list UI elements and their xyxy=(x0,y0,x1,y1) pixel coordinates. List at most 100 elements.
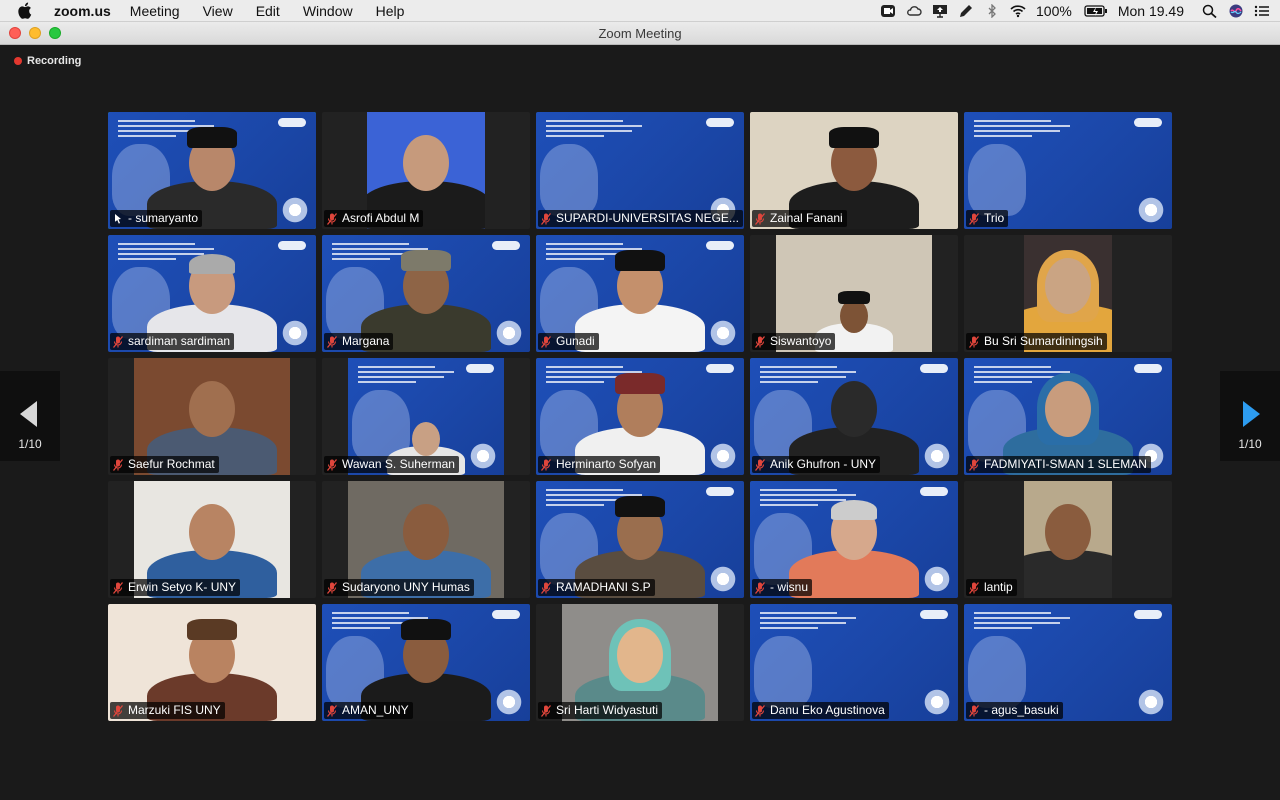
mic-muted-icon xyxy=(969,704,979,717)
participant-tile[interactable]: Erwin Setyo K- UNY xyxy=(108,481,316,598)
participant-tile[interactable]: - wisnu xyxy=(750,481,958,598)
participant-tile[interactable]: Wawan S. Suherman xyxy=(322,358,530,475)
mic-muted-icon xyxy=(969,458,979,471)
battery-icon[interactable] xyxy=(1084,4,1108,18)
menu-view[interactable]: View xyxy=(203,2,233,20)
participant-tile[interactable]: Sri Harti Widyastuti xyxy=(536,604,744,721)
participant-tile[interactable]: Margana xyxy=(322,235,530,352)
screen-share-icon[interactable] xyxy=(932,4,948,18)
menu-meeting[interactable]: Meeting xyxy=(130,2,180,20)
participant-name: Zainal Fanani xyxy=(770,211,843,225)
participant-name-tag: Asrofi Abdul M xyxy=(324,210,424,227)
participant-tile[interactable]: Trio xyxy=(964,112,1172,229)
participant-name-tag: Anik Ghufron - UNY xyxy=(752,456,881,473)
apple-icon[interactable] xyxy=(18,2,34,19)
participant-tile[interactable]: Saefur Rochmat xyxy=(108,358,316,475)
pen-icon[interactable] xyxy=(958,4,974,18)
recording-indicator[interactable]: Recording xyxy=(14,55,81,67)
zoom-status-icon[interactable] xyxy=(880,4,896,18)
participant-name-tag: FADMIYATI-SMAN 1 SLEMAN xyxy=(966,456,1151,473)
mic-muted-icon xyxy=(755,335,765,348)
menu-window[interactable]: Window xyxy=(303,2,353,20)
menu-bar: zoom.us Meeting View Edit Window Help 10… xyxy=(0,0,1280,22)
pin-icon xyxy=(115,213,121,224)
participant-tile[interactable]: Gunadi xyxy=(536,235,744,352)
notification-center-icon[interactable] xyxy=(1254,4,1270,18)
menu-help[interactable]: Help xyxy=(376,2,405,20)
next-page-button[interactable]: 1/10 xyxy=(1220,371,1280,461)
bluetooth-icon[interactable] xyxy=(984,4,1000,18)
participant-name-tag: Zainal Fanani xyxy=(752,210,847,227)
chevron-left-icon xyxy=(20,401,37,427)
participant-name: Bu Sri Sumardiningsih xyxy=(984,334,1103,348)
participant-name: RAMADHANI S.P xyxy=(556,580,651,594)
participant-tile[interactable]: RAMADHANI S.P xyxy=(536,481,744,598)
participant-name: sardiman sardiman xyxy=(128,334,231,348)
participant-tile[interactable]: Sudaryono UNY Humas xyxy=(322,481,530,598)
participant-tile[interactable]: Bu Sri Sumardiningsih xyxy=(964,235,1172,352)
participant-name: - wisnu xyxy=(770,580,809,594)
cloud-icon[interactable] xyxy=(906,4,922,18)
participant-name-tag: Bu Sri Sumardiningsih xyxy=(966,333,1107,350)
participant-tile[interactable]: lantip xyxy=(964,481,1172,598)
wifi-icon[interactable] xyxy=(1010,4,1026,18)
participant-tile[interactable]: Zainal Fanani xyxy=(750,112,958,229)
participant-tile[interactable]: FADMIYATI-SMAN 1 SLEMAN xyxy=(964,358,1172,475)
participant-tile[interactable]: Anik Ghufron - UNY xyxy=(750,358,958,475)
mic-muted-icon xyxy=(755,458,765,471)
participant-name: Sudaryono UNY Humas xyxy=(342,580,470,594)
participant-name: AMAN_UNY xyxy=(342,703,409,717)
participant-name: Herminarto Sofyan xyxy=(556,457,657,471)
window-title: Zoom Meeting xyxy=(598,26,682,41)
participant-name-tag: - agus_basuki xyxy=(966,702,1063,719)
participant-name: Asrofi Abdul M xyxy=(342,211,420,225)
participant-tile[interactable]: Herminarto Sofyan xyxy=(536,358,744,475)
participant-name: Marzuki FIS UNY xyxy=(128,703,221,717)
participant-tile[interactable]: SUPARDI-UNIVERSITAS NEGE... xyxy=(536,112,744,229)
previous-page-button[interactable]: 1/10 xyxy=(0,371,60,461)
participant-name-tag: Gunadi xyxy=(538,333,599,350)
participant-name: Sri Harti Widyastuti xyxy=(556,703,659,717)
chevron-right-icon xyxy=(1243,401,1260,427)
participant-name-tag: RAMADHANI S.P xyxy=(538,579,655,596)
mic-muted-icon xyxy=(113,704,123,717)
participant-tile[interactable]: AMAN_UNY xyxy=(322,604,530,721)
participant-tile[interactable]: - sumaryanto xyxy=(108,112,316,229)
participant-name: Gunadi xyxy=(556,334,595,348)
participant-tile[interactable]: - agus_basuki xyxy=(964,604,1172,721)
participant-name: Wawan S. Suherman xyxy=(342,457,455,471)
participant-tile[interactable]: Marzuki FIS UNY xyxy=(108,604,316,721)
participant-name-tag: SUPARDI-UNIVERSITAS NEGE... xyxy=(538,210,743,227)
participant-name: - agus_basuki xyxy=(984,703,1059,717)
mic-muted-icon xyxy=(969,212,979,225)
window-title-bar[interactable]: Zoom Meeting xyxy=(0,22,1280,45)
participant-name-tag: Marzuki FIS UNY xyxy=(110,702,225,719)
mic-muted-icon xyxy=(327,704,337,717)
participant-name-tag: Danu Eko Agustinova xyxy=(752,702,889,719)
participant-name: FADMIYATI-SMAN 1 SLEMAN xyxy=(984,457,1147,471)
participant-tile[interactable]: sardiman sardiman xyxy=(108,235,316,352)
participant-name: SUPARDI-UNIVERSITAS NEGE... xyxy=(556,211,739,225)
menu-app-zoom[interactable]: zoom.us xyxy=(54,2,111,20)
participant-tile[interactable]: Asrofi Abdul M xyxy=(322,112,530,229)
participant-name-tag: Sri Harti Widyastuti xyxy=(538,702,663,719)
battery-percent: 100% xyxy=(1036,3,1072,19)
participant-video xyxy=(1024,481,1112,598)
participant-name: Anik Ghufron - UNY xyxy=(770,457,877,471)
participant-tile[interactable]: Danu Eko Agustinova xyxy=(750,604,958,721)
menu-edit[interactable]: Edit xyxy=(256,2,280,20)
participant-name: Trio xyxy=(984,211,1005,225)
clock[interactable]: Mon 19.49 xyxy=(1118,3,1184,19)
search-icon[interactable] xyxy=(1202,4,1218,18)
recording-label: Recording xyxy=(27,55,82,67)
participant-name: Erwin Setyo K- UNY xyxy=(128,580,237,594)
participant-name: Margana xyxy=(342,334,390,348)
recording-dot-icon xyxy=(14,57,22,65)
mic-muted-icon xyxy=(755,704,765,717)
siri-icon[interactable] xyxy=(1228,4,1244,18)
participant-tile[interactable]: Siswantoyo xyxy=(750,235,958,352)
participant-name: Saefur Rochmat xyxy=(128,457,215,471)
participant-name-tag: Erwin Setyo K- UNY xyxy=(110,579,241,596)
participant-name-tag: Siswantoyo xyxy=(752,333,836,350)
mic-muted-icon xyxy=(541,704,551,717)
